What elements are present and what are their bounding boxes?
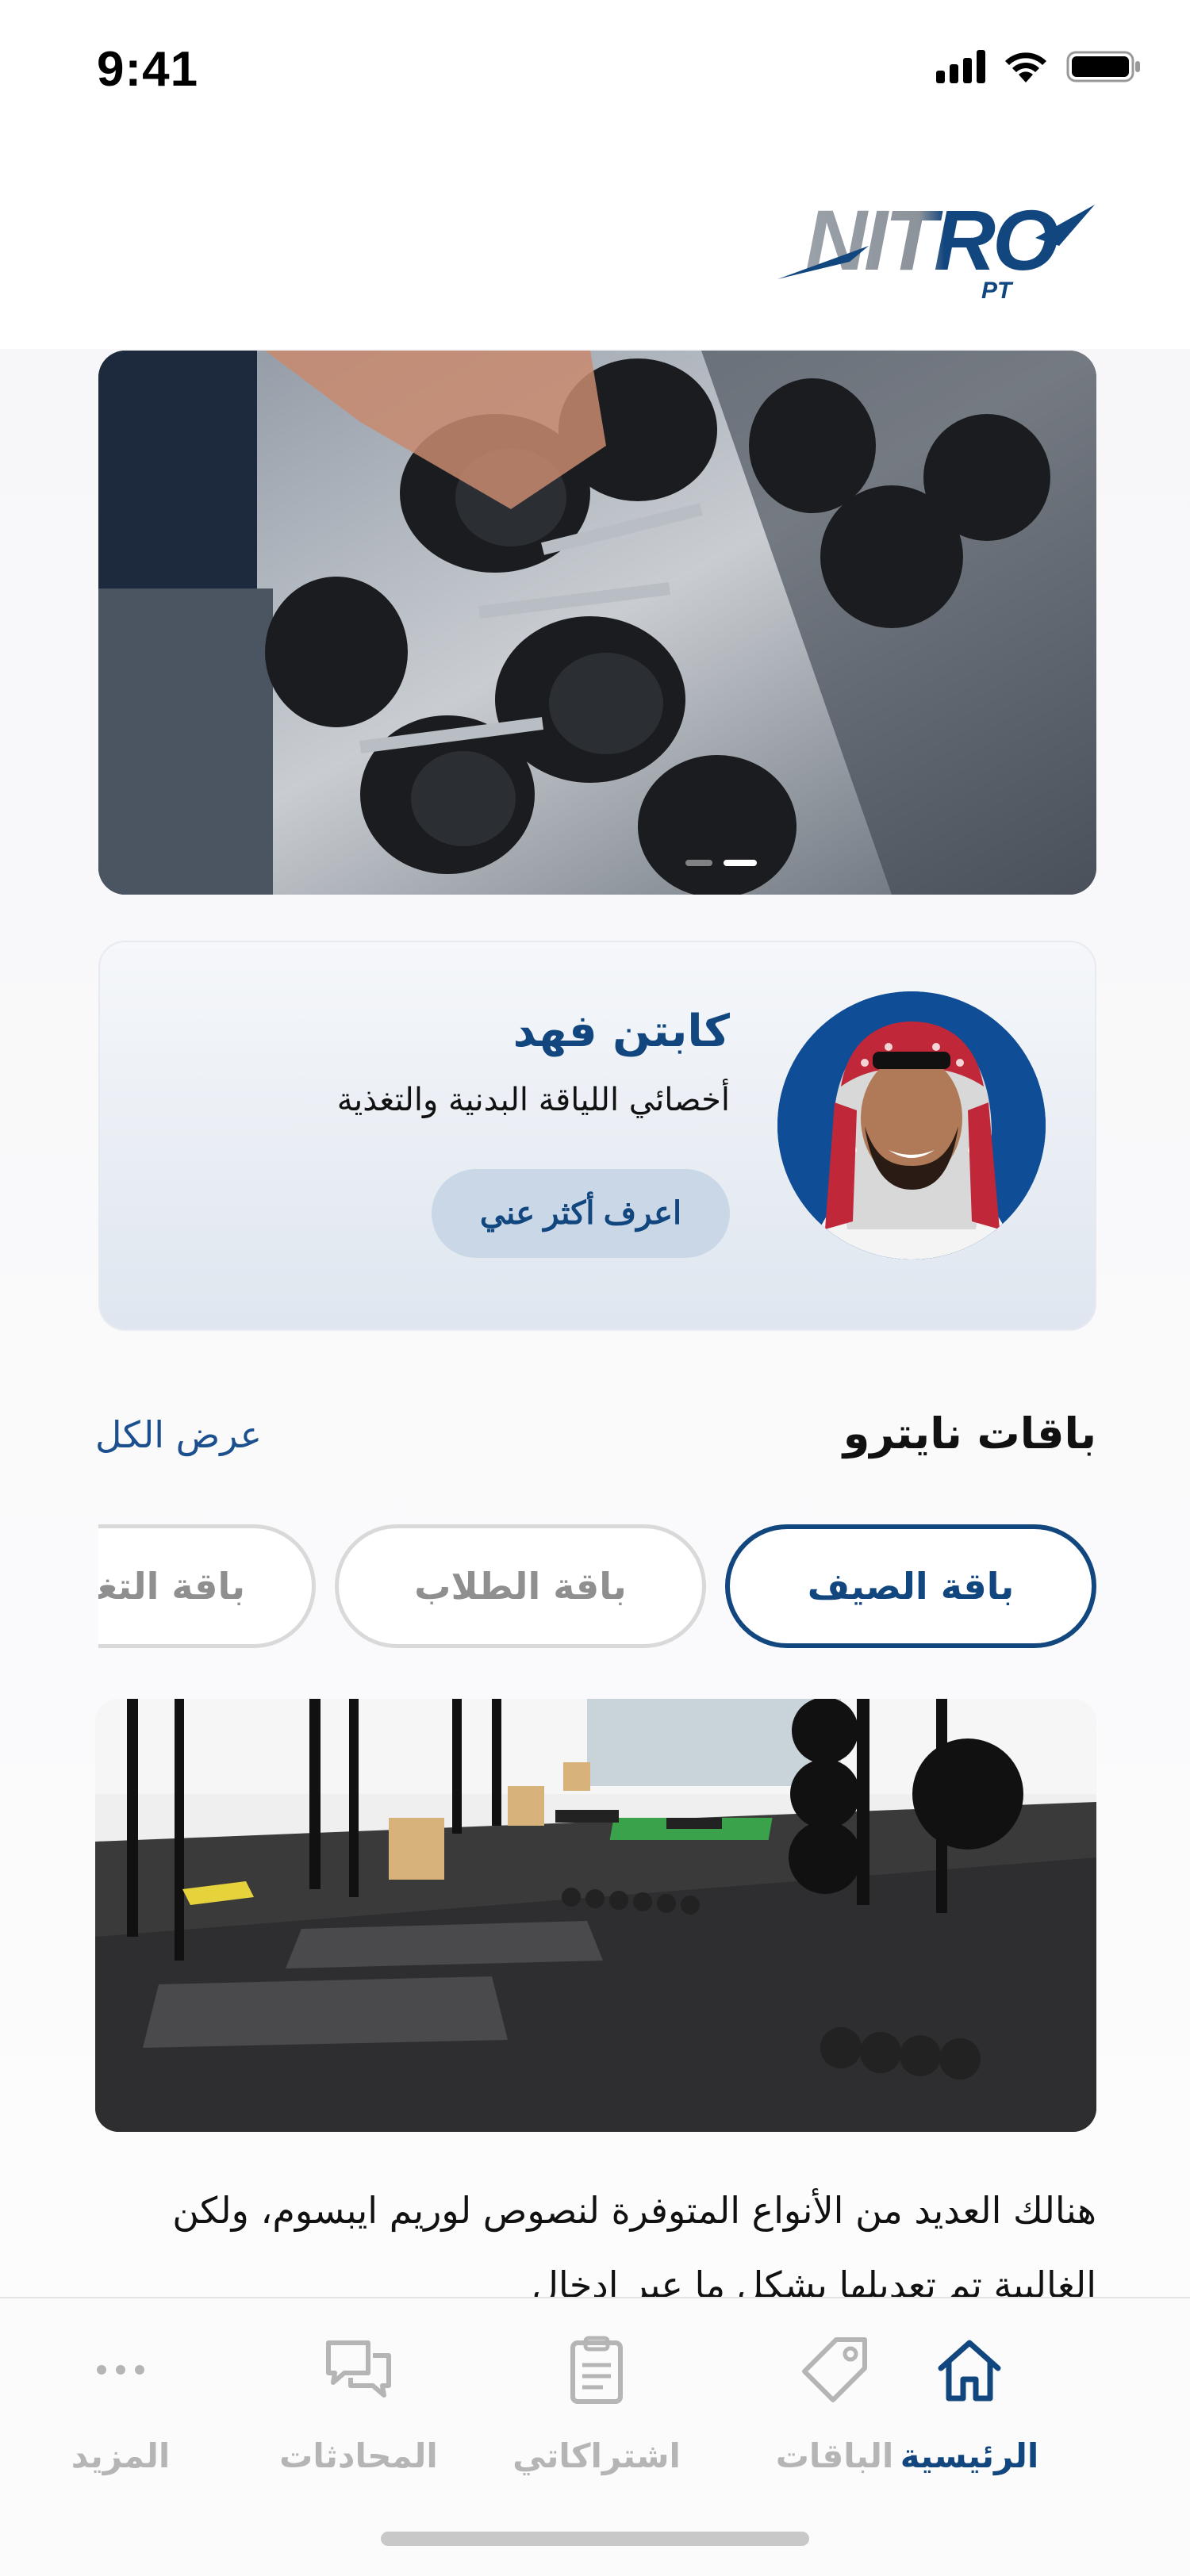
coach-name: كابتن فهد — [512, 1006, 730, 1057]
nav-more[interactable]: المزيد — [17, 2333, 224, 2492]
chat-icon — [326, 2340, 391, 2398]
nav-chats[interactable]: المحادثات — [255, 2333, 462, 2492]
learn-more-button[interactable]: اعرف أكثر عني — [432, 1169, 730, 1258]
nav-subscriptions-label: اشتراكاتي — [512, 2436, 681, 2475]
chip-nutrition-label: باقة التغذ — [98, 1565, 245, 1608]
coach-title: أخصائي اللياقة البدنية والتغذية — [336, 1082, 730, 1118]
home-icon — [938, 2340, 1001, 2402]
gym-floor-image — [95, 1699, 1096, 2132]
clipboard-icon — [570, 2336, 623, 2404]
svg-text:NITRO: NITRO — [805, 192, 1058, 288]
nav-more-label: المزيد — [71, 2436, 171, 2475]
status-time: 9:41 — [97, 42, 199, 97]
chip-nutrition-package[interactable]: باقة التغذ — [98, 1524, 316, 1648]
coach-card: كابتن فهد أخصائي اللياقة البدنية والتغذي… — [98, 941, 1096, 1331]
home-indicator — [381, 2532, 809, 2546]
status-bar: 9:41 — [0, 0, 1190, 143]
more-icon — [97, 2365, 144, 2375]
hero-banner[interactable] — [98, 351, 1096, 895]
nav-chats-label: المحادثات — [279, 2436, 438, 2475]
tag-icon — [802, 2337, 867, 2402]
wifi-icon — [1005, 52, 1046, 82]
package-chips: باقة الصيف باقة الطلاب باقة التغذ — [98, 1524, 1096, 1651]
battery-icon — [1066, 51, 1140, 82]
status-icons — [936, 49, 1142, 84]
cellular-signal-icon — [936, 50, 985, 83]
svg-text:PT: PT — [981, 278, 1014, 301]
nitro-pt-logo: NITRO PT — [777, 192, 1095, 301]
nav-subscriptions[interactable]: اشتراكاتي — [493, 2333, 700, 2492]
coach-avatar — [777, 991, 1046, 1259]
nav-packages[interactable]: الباقات — [731, 2333, 938, 2492]
chip-students-package[interactable]: باقة الطلاب — [335, 1524, 706, 1648]
dumbbell-rack-image — [98, 351, 1096, 895]
view-all-link[interactable]: عرض الكل — [95, 1413, 262, 1456]
chip-summer-package[interactable]: باقة الصيف — [725, 1524, 1096, 1648]
package-image[interactable] — [95, 1699, 1096, 2132]
nav-packages-label: الباقات — [775, 2436, 894, 2475]
section-title: باقات نايترو — [843, 1409, 1096, 1459]
carousel-dots[interactable] — [685, 860, 757, 866]
